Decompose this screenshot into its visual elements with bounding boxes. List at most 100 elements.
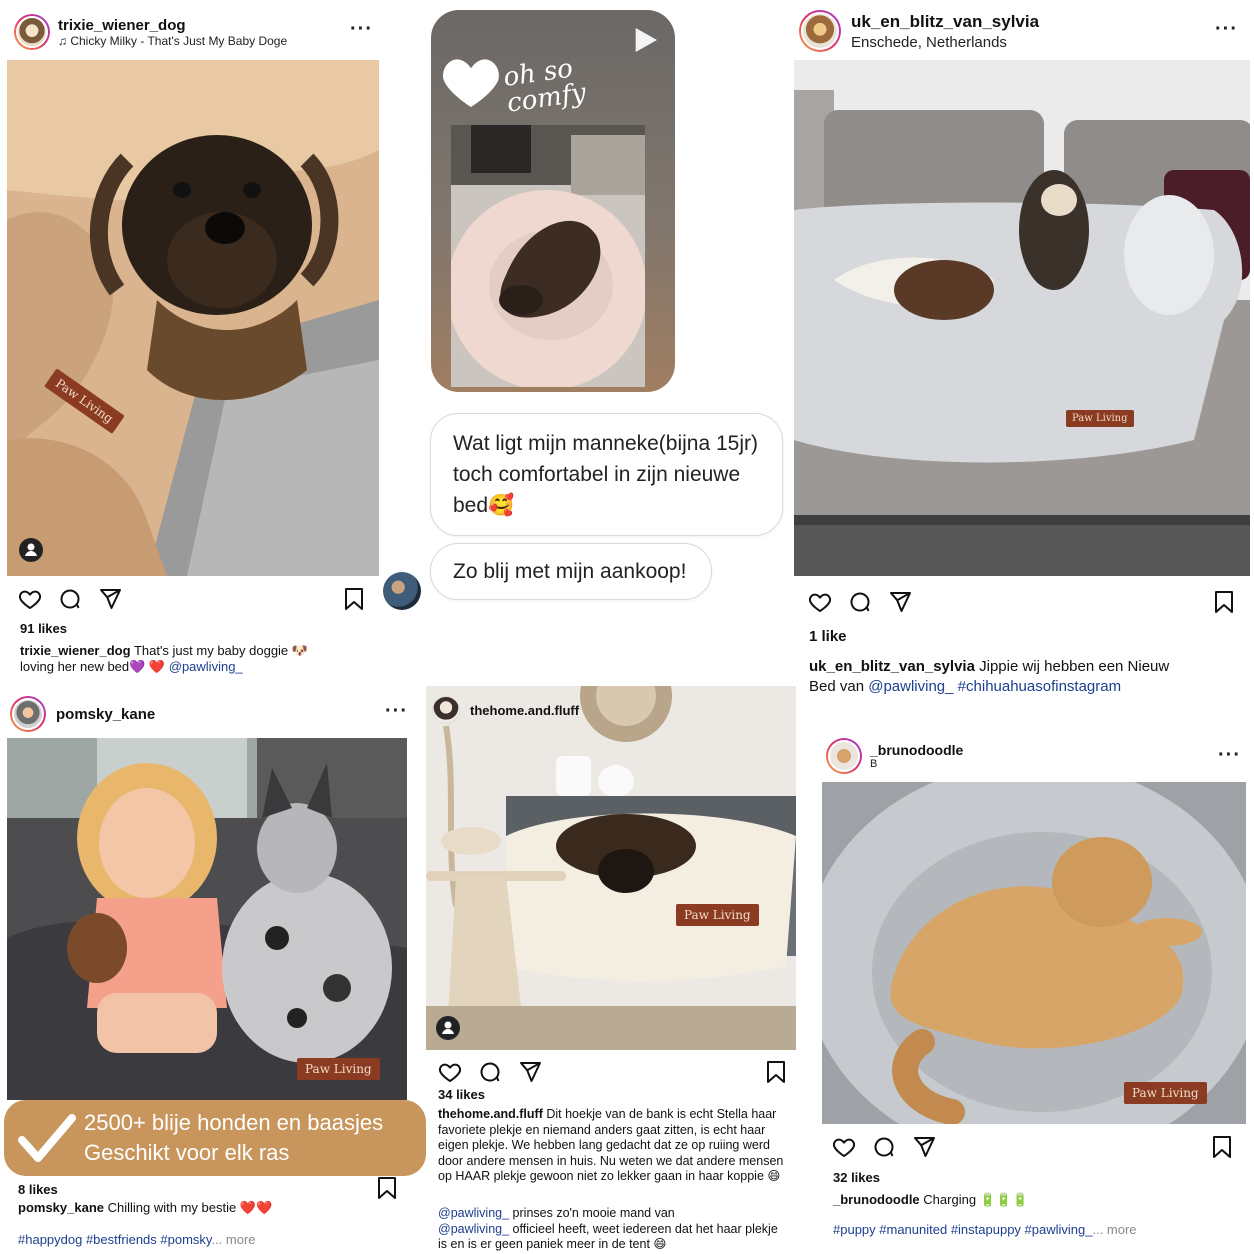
post-trixie: trixie_wiener_dog ♫ Chicky Milky - That'… — [0, 0, 385, 690]
share-icon[interactable] — [912, 1135, 936, 1159]
post-thehome-and-fluff: Paw Living thehome.and.fluff 34 likes th… — [426, 686, 796, 1254]
heart-icon[interactable] — [808, 590, 832, 614]
avatar[interactable] — [432, 696, 460, 724]
heart-icon[interactable] — [832, 1135, 856, 1159]
caption-text: Charging 🔋🔋🔋 — [923, 1192, 1029, 1207]
story-card[interactable]: oh so comfy — [431, 10, 675, 392]
caption-text-2: loving her new bed💜 ❤️ — [20, 659, 166, 674]
audio-label: Chicky Milky - That's Just My Baby Doge — [70, 33, 288, 48]
message-bubble: Wat ligt mijn manneke(bijna 15jr) toch c… — [430, 413, 783, 536]
avatar[interactable] — [826, 738, 862, 774]
message-bubble-2: Zo blij met mijn aankoop! — [430, 543, 712, 600]
banner-line-1: 2500+ blije honden en baasjes — [84, 1110, 384, 1135]
more-icon[interactable]: ··· — [385, 700, 408, 723]
mention-link[interactable]: @pawliving_ — [868, 678, 953, 695]
heart-icon[interactable] — [438, 1060, 462, 1084]
username[interactable]: thehome.and.fluff — [470, 703, 579, 718]
avatar[interactable] — [799, 10, 841, 52]
check-icon — [18, 1114, 76, 1162]
post-photo[interactable]: Paw Living — [822, 782, 1246, 1124]
banner-line-2: Geschikt voor elk ras — [84, 1140, 290, 1165]
heart-icon[interactable] — [18, 587, 42, 611]
share-icon[interactable] — [888, 590, 912, 614]
share-icon[interactable] — [518, 1060, 542, 1084]
post-uk-en-blitz: uk_en_blitz_van_sylvia Enschede, Netherl… — [793, 0, 1254, 720]
bookmark-icon[interactable] — [765, 1060, 787, 1089]
post-photo[interactable]: Paw Living — [7, 738, 407, 1100]
more-icon[interactable]: ··· — [350, 18, 373, 41]
like-count[interactable]: 34 likes — [438, 1087, 485, 1102]
caption-username[interactable]: trixie_wiener_dog — [20, 643, 131, 658]
caption-username[interactable]: _brunodoodle — [833, 1192, 920, 1207]
post-photo[interactable]: Paw Living — [794, 60, 1250, 576]
username[interactable]: _brunodoodle — [870, 742, 963, 758]
caption: trixie_wiener_dog That's just my baby do… — [20, 643, 365, 675]
bookmark-icon[interactable] — [343, 587, 365, 616]
caption: pomsky_kane Chilling with my bestie ❤️❤️ — [18, 1200, 408, 1216]
comment-icon[interactable] — [58, 587, 82, 611]
audio-track[interactable]: ♫ Chicky Milky - That's Just My Baby Dog… — [58, 34, 287, 48]
like-count[interactable]: 32 likes — [833, 1170, 880, 1185]
caption-username[interactable]: thehome.and.fluff — [438, 1107, 543, 1121]
hashtags: #happydog #bestfriends #pomsky... more — [18, 1232, 408, 1248]
like-count[interactable]: 8 likes — [18, 1182, 58, 1197]
more-link[interactable]: ... more — [1092, 1222, 1136, 1237]
avatar[interactable] — [10, 696, 46, 732]
comment-text: prinses zo'n mooie mand van — [512, 1206, 675, 1220]
more-icon[interactable]: ··· — [1218, 744, 1241, 767]
location[interactable]: Enschede, Netherlands — [851, 34, 1039, 51]
post-photo[interactable]: Paw Living — [7, 60, 379, 576]
living-room-dog-photo — [426, 686, 796, 1050]
more-icon[interactable]: ··· — [1215, 18, 1238, 41]
comment-icon[interactable] — [478, 1060, 502, 1084]
caption-text: That's just my baby doggie 🐶 — [133, 643, 308, 658]
caption-text: Chilling with my bestie ❤️❤️ — [107, 1200, 273, 1215]
caption: _brunodoodle Charging 🔋🔋🔋 — [833, 1192, 1243, 1208]
share-icon[interactable] — [98, 587, 122, 611]
girl-and-pomsky-photo — [7, 738, 407, 1100]
post-photo[interactable]: Paw Living thehome.and.fluff — [426, 686, 796, 1050]
post-brunodoodle: _brunodoodle B ··· Paw Living 32 likes _… — [808, 728, 1254, 1254]
play-icon[interactable] — [629, 24, 661, 56]
comment-icon[interactable] — [848, 590, 872, 614]
like-count[interactable]: 1 like — [809, 628, 847, 645]
sticker-text: oh so comfy — [501, 53, 588, 119]
avatar[interactable] — [14, 14, 50, 50]
paw-living-label: Paw Living — [1124, 1082, 1207, 1104]
commenter-avatar[interactable] — [383, 572, 421, 610]
paw-living-label: Paw Living — [297, 1058, 380, 1080]
story-photo — [451, 125, 645, 387]
mention-link-2[interactable]: @pawliving_ — [438, 1222, 509, 1236]
post-pomsky-kane: pomsky_kane ··· Paw Living 2500+ blije h… — [0, 690, 426, 1254]
more-link[interactable]: ... more — [211, 1232, 255, 1247]
bookmark-icon[interactable] — [1211, 1135, 1233, 1164]
hashtag-links[interactable]: #puppy #manunited #instapuppy #pawliving… — [833, 1222, 1092, 1237]
person-icon[interactable] — [436, 1016, 460, 1040]
caption: thehome.and.fluff Dit hoekje van de bank… — [438, 1107, 788, 1185]
mention-link[interactable]: @pawliving_ — [438, 1206, 509, 1220]
caption-text: Jippie wij hebben een Nieuw — [979, 658, 1170, 675]
goldendoodle-photo — [822, 782, 1246, 1124]
caption-username[interactable]: pomsky_kane — [18, 1200, 104, 1215]
hashtags: #puppy #manunited #instapuppy #pawliving… — [833, 1222, 1243, 1238]
caption-text-2: Bed van — [809, 678, 865, 695]
comment-icon[interactable] — [872, 1135, 896, 1159]
username[interactable]: trixie_wiener_dog — [58, 17, 287, 34]
sleeping-dog-photo — [451, 125, 645, 387]
subline: B — [870, 758, 878, 770]
caption-username[interactable]: uk_en_blitz_van_sylvia — [809, 658, 975, 675]
bookmark-icon[interactable] — [1213, 590, 1235, 619]
person-icon[interactable] — [19, 538, 43, 562]
comment: @pawliving_ prinses zo'n mooie mand van … — [438, 1206, 788, 1253]
paw-living-label: Paw Living — [676, 904, 759, 926]
mention-link[interactable]: @pawliving_ — [169, 659, 243, 674]
like-count[interactable]: 91 likes — [20, 621, 67, 636]
username[interactable]: uk_en_blitz_van_sylvia — [851, 12, 1039, 32]
chihuahuas-photo — [794, 60, 1250, 576]
username[interactable]: pomsky_kane — [56, 706, 155, 723]
hashtag-link[interactable]: #chihuahuasofinstagram — [958, 678, 1121, 695]
wiener-dog-photo — [7, 60, 379, 576]
hashtag-links[interactable]: #happydog #bestfriends #pomsky — [18, 1232, 211, 1247]
promo-banner: 2500+ blije honden en baasjes Geschikt v… — [4, 1100, 426, 1176]
paw-living-label: Paw Living — [1066, 410, 1134, 427]
